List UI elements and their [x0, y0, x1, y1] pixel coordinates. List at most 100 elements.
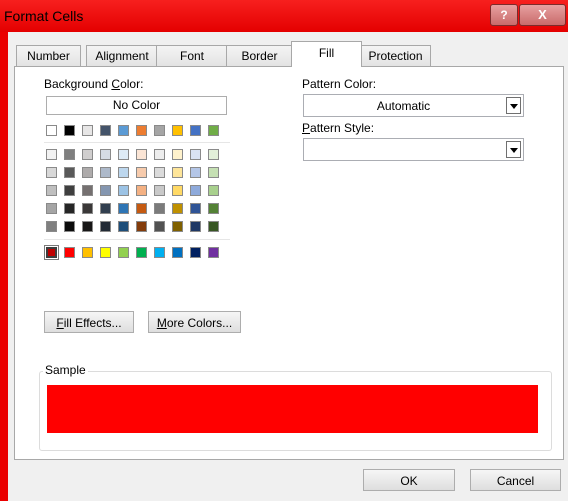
theme-color-swatch[interactable] — [208, 125, 219, 136]
pattern-color-label: Pattern Color: — [302, 77, 377, 91]
theme-color-swatch[interactable] — [64, 125, 75, 136]
standard-color-swatch[interactable] — [64, 247, 75, 258]
chevron-down-icon[interactable] — [506, 97, 521, 114]
pattern-color-dropdown[interactable]: Automatic — [303, 94, 524, 117]
theme-shade-swatch[interactable] — [46, 185, 57, 196]
theme-shade-swatch[interactable] — [190, 149, 201, 160]
theme-shade-swatch[interactable] — [64, 167, 75, 178]
theme-shade-swatch[interactable] — [190, 221, 201, 232]
theme-shade-swatch[interactable] — [64, 149, 75, 160]
theme-shade-swatch[interactable] — [136, 149, 147, 160]
standard-color-swatch[interactable] — [118, 247, 129, 258]
pattern-style-label: Pattern Style: — [302, 121, 375, 135]
theme-shade-swatch[interactable] — [118, 221, 129, 232]
more-colors-button[interactable]: More Colors... — [148, 311, 241, 333]
theme-shade-swatch[interactable] — [46, 221, 57, 232]
theme-shade-swatch[interactable] — [46, 203, 57, 214]
theme-shade-swatch[interactable] — [208, 149, 219, 160]
theme-color-swatch[interactable] — [172, 125, 183, 136]
theme-shade-swatch[interactable] — [100, 185, 111, 196]
format-cells-dialog: Format Cells ? X Number Alignment Font B… — [0, 0, 568, 501]
palette-separator — [44, 142, 230, 143]
help-button[interactable]: ? — [490, 4, 518, 26]
theme-color-swatch[interactable] — [154, 125, 165, 136]
theme-shade-swatch[interactable] — [46, 149, 57, 160]
standard-color-swatch[interactable] — [100, 247, 111, 258]
sample-label: Sample — [43, 363, 88, 377]
cancel-button[interactable]: Cancel — [470, 469, 561, 491]
tab-fill[interactable]: Fill — [291, 41, 362, 67]
theme-shade-swatch[interactable] — [100, 203, 111, 214]
theme-shade-swatch[interactable] — [100, 167, 111, 178]
theme-shade-swatch[interactable] — [154, 203, 165, 214]
theme-shade-swatch[interactable] — [172, 221, 183, 232]
tab-font[interactable]: Font — [156, 45, 228, 66]
title-bar[interactable]: Format Cells ? X — [0, 0, 568, 32]
theme-shade-swatch[interactable] — [46, 167, 57, 178]
dialog-title: Format Cells — [4, 8, 84, 24]
theme-shade-swatch[interactable] — [154, 149, 165, 160]
theme-shade-swatch[interactable] — [118, 149, 129, 160]
ok-button[interactable]: OK — [363, 469, 455, 491]
standard-color-swatch[interactable] — [208, 247, 219, 258]
theme-shade-swatch[interactable] — [118, 185, 129, 196]
theme-shade-swatch[interactable] — [82, 167, 93, 178]
pattern-color-value: Automatic — [376, 99, 431, 113]
standard-color-swatch[interactable] — [190, 247, 201, 258]
theme-shade-swatch[interactable] — [172, 185, 183, 196]
tab-border[interactable]: Border — [226, 45, 293, 66]
theme-color-swatch[interactable] — [46, 125, 57, 136]
theme-shade-swatch[interactable] — [208, 167, 219, 178]
theme-shade-swatch[interactable] — [190, 203, 201, 214]
close-button[interactable]: X — [519, 4, 566, 26]
theme-shade-swatch[interactable] — [208, 203, 219, 214]
theme-shade-swatch[interactable] — [82, 185, 93, 196]
chevron-down-icon[interactable] — [506, 141, 521, 158]
pattern-style-dropdown[interactable] — [303, 138, 524, 161]
theme-color-swatch[interactable] — [118, 125, 129, 136]
theme-shade-swatch[interactable] — [154, 185, 165, 196]
theme-shade-swatch[interactable] — [64, 221, 75, 232]
theme-shade-swatch[interactable] — [136, 203, 147, 214]
theme-shade-swatch[interactable] — [190, 167, 201, 178]
theme-shade-swatch[interactable] — [64, 185, 75, 196]
theme-shade-swatch[interactable] — [154, 221, 165, 232]
theme-shade-swatch[interactable] — [100, 149, 111, 160]
dialog-body: Number Alignment Font Border Fill Protec… — [8, 32, 568, 501]
theme-shade-swatch[interactable] — [172, 167, 183, 178]
palette-separator — [44, 239, 230, 240]
theme-shade-swatch[interactable] — [154, 167, 165, 178]
theme-shade-swatch[interactable] — [208, 185, 219, 196]
theme-shade-swatch[interactable] — [64, 203, 75, 214]
theme-shade-swatch[interactable] — [100, 221, 111, 232]
standard-color-swatch[interactable] — [46, 247, 57, 258]
theme-shade-swatch[interactable] — [82, 149, 93, 160]
theme-shade-swatch[interactable] — [172, 203, 183, 214]
theme-shade-swatch[interactable] — [190, 185, 201, 196]
theme-shade-swatch[interactable] — [172, 149, 183, 160]
theme-shade-swatch[interactable] — [82, 203, 93, 214]
tab-alignment[interactable]: Alignment — [86, 45, 158, 66]
fill-effects-button[interactable]: Fill Effects... — [44, 311, 134, 333]
theme-shade-swatch[interactable] — [136, 221, 147, 232]
standard-color-swatch[interactable] — [136, 247, 147, 258]
tab-number[interactable]: Number — [16, 45, 81, 66]
fill-tab-panel: Background Color: No Color Fill Effects.… — [14, 66, 564, 460]
standard-color-swatch[interactable] — [82, 247, 93, 258]
theme-shade-swatch[interactable] — [118, 167, 129, 178]
theme-color-swatch[interactable] — [100, 125, 111, 136]
theme-color-swatch[interactable] — [136, 125, 147, 136]
standard-color-swatch[interactable] — [172, 247, 183, 258]
sample-preview — [47, 385, 538, 433]
theme-shade-swatch[interactable] — [136, 185, 147, 196]
background-color-label: Background Color: — [44, 77, 144, 91]
no-color-button[interactable]: No Color — [46, 96, 227, 115]
standard-color-swatch[interactable] — [154, 247, 165, 258]
theme-color-swatch[interactable] — [190, 125, 201, 136]
theme-shade-swatch[interactable] — [136, 167, 147, 178]
theme-shade-swatch[interactable] — [118, 203, 129, 214]
theme-color-swatch[interactable] — [82, 125, 93, 136]
tab-protection[interactable]: Protection — [360, 45, 431, 66]
theme-shade-swatch[interactable] — [82, 221, 93, 232]
theme-shade-swatch[interactable] — [208, 221, 219, 232]
